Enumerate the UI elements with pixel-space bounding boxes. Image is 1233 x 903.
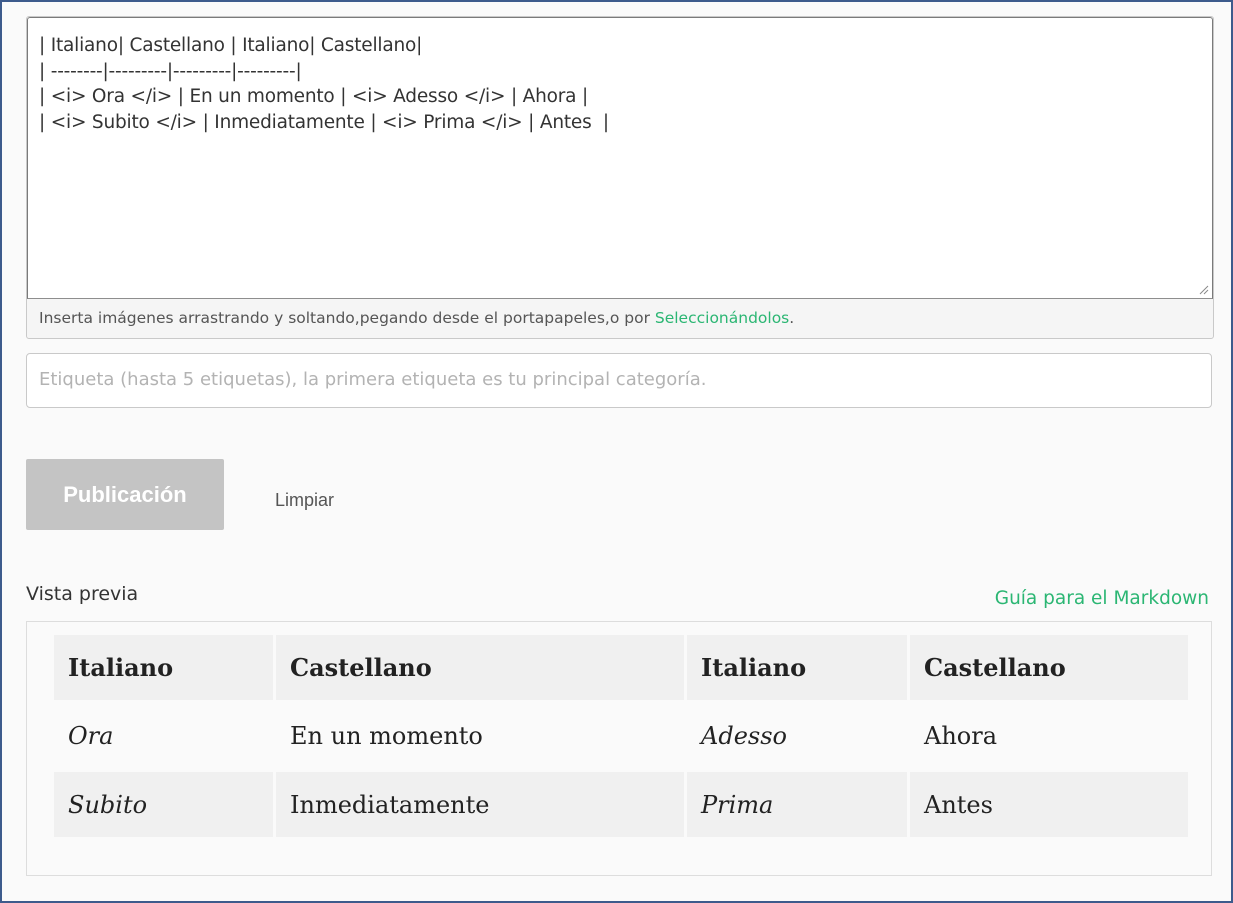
- page-frame: | Italiano| Castellano | Italiano| Caste…: [0, 0, 1233, 903]
- preview-title: Vista previa: [26, 583, 139, 605]
- table-header-cell: Italiano: [687, 635, 907, 700]
- image-dropzone-hint: Inserta imágenes arrastrando y soltando,…: [39, 309, 794, 327]
- preview-table: Italiano Castellano Italiano Castellano …: [51, 632, 1191, 840]
- table-cell: Adesso: [687, 703, 907, 769]
- table-cell: En un momento: [276, 703, 684, 769]
- tags-input[interactable]: Etiqueta (hasta 5 etiquetas), la primera…: [26, 353, 1212, 408]
- table-cell: Ahora: [910, 703, 1188, 769]
- dropzone-suffix: .: [789, 309, 795, 327]
- table-cell: Antes: [910, 772, 1188, 837]
- editor-content[interactable]: | Italiano| Castellano | Italiano| Caste…: [39, 33, 609, 135]
- preview-panel: Italiano Castellano Italiano Castellano …: [26, 621, 1212, 876]
- clear-button[interactable]: Limpiar: [275, 490, 334, 511]
- table-cell: Ora: [54, 703, 273, 769]
- tags-placeholder: Etiqueta (hasta 5 etiquetas), la primera…: [39, 369, 707, 390]
- markdown-guide-link[interactable]: Guía para el Markdown: [995, 588, 1209, 609]
- publish-button[interactable]: Publicación: [26, 459, 224, 530]
- table-header-row: Italiano Castellano Italiano Castellano: [54, 635, 1188, 700]
- table-row: Subito Inmediatamente Prima Antes: [54, 772, 1188, 837]
- table-header-cell: Castellano: [276, 635, 684, 700]
- resize-grip-icon[interactable]: [1199, 285, 1209, 295]
- table-cell: Prima: [687, 772, 907, 837]
- editor-container: | Italiano| Castellano | Italiano| Caste…: [26, 16, 1214, 339]
- table-header-cell: Castellano: [910, 635, 1188, 700]
- table-cell: Inmediatamente: [276, 772, 684, 837]
- markdown-editor[interactable]: | Italiano| Castellano | Italiano| Caste…: [27, 17, 1213, 299]
- table-row: Ora En un momento Adesso Ahora: [54, 703, 1188, 769]
- dropzone-text: Inserta imágenes arrastrando y soltando,…: [39, 309, 655, 327]
- select-images-link[interactable]: Seleccionándolos: [655, 309, 789, 327]
- table-header-cell: Italiano: [54, 635, 273, 700]
- table-cell: Subito: [54, 772, 273, 837]
